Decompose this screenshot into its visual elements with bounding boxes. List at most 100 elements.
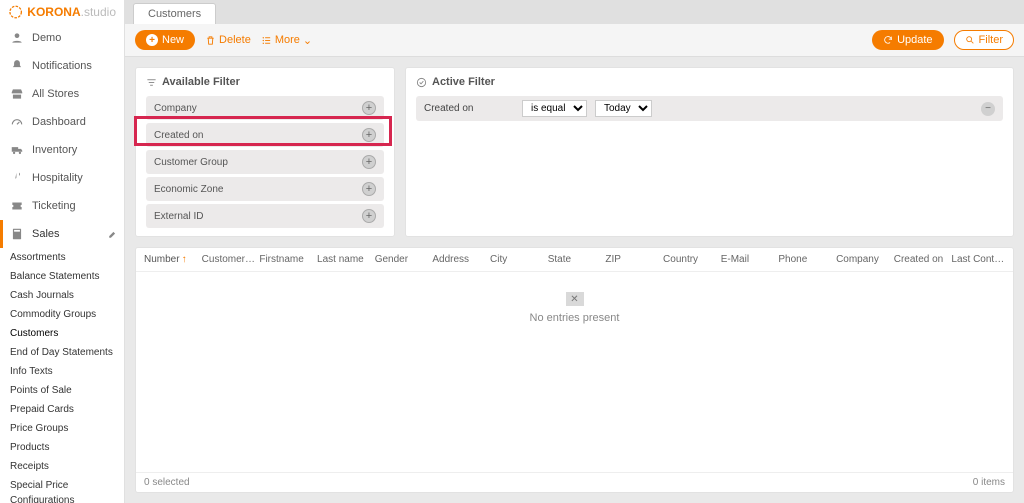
new-label: New — [162, 34, 184, 46]
filter-created-on[interactable]: Created on + — [146, 123, 384, 147]
add-icon[interactable]: + — [362, 101, 376, 115]
magnify-icon — [965, 35, 975, 45]
filter-external-id[interactable]: External ID+ — [146, 204, 384, 228]
nav-label: Notifications — [32, 60, 92, 72]
filter-label: Economic Zone — [154, 184, 223, 195]
filter-button[interactable]: Filter — [954, 30, 1014, 50]
col-created-on[interactable]: Created on — [894, 254, 948, 265]
col-customer-group[interactable]: Customer Gr... — [202, 254, 256, 265]
more-button[interactable]: More ⌄ — [261, 34, 312, 47]
sub-price-groups[interactable]: Price Groups — [0, 419, 124, 438]
filter-list-icon — [146, 77, 157, 88]
nav-notifications[interactable]: Notifications — [0, 52, 124, 80]
add-icon[interactable]: + — [362, 182, 376, 196]
sub-prepaid-cards[interactable]: Prepaid Cards — [0, 400, 124, 419]
calculator-icon — [10, 227, 24, 241]
sub-products[interactable]: Products — [0, 438, 124, 457]
tab-customers[interactable]: Customers — [133, 3, 216, 24]
sub-eod-statements[interactable]: End of Day Statements — [0, 343, 124, 362]
list-icon — [261, 35, 272, 46]
bell-icon — [10, 59, 24, 73]
col-number[interactable]: Number — [144, 254, 198, 265]
sub-info-texts[interactable]: Info Texts — [0, 362, 124, 381]
empty-text: No entries present — [530, 312, 620, 324]
filter-customer-group[interactable]: Customer Group + — [146, 150, 384, 174]
nav-inventory[interactable]: Inventory — [0, 136, 124, 164]
add-icon[interactable]: + — [362, 155, 376, 169]
nav-dashboard[interactable]: Dashboard — [0, 108, 124, 136]
nav-hospitality[interactable]: Hospitality — [0, 164, 124, 192]
sub-balance-statements[interactable]: Balance Statements — [0, 267, 124, 286]
nav-label: All Stores — [32, 88, 79, 100]
gauge-icon — [10, 115, 24, 129]
item-count: 0 items — [973, 477, 1005, 488]
col-city[interactable]: City — [490, 254, 544, 265]
grid-body: ✕ No entries present — [136, 272, 1013, 472]
sidebar: KORONA.studio Demo Notifications All Sto… — [0, 0, 125, 503]
col-last-contact[interactable]: Last Contact — [951, 254, 1005, 265]
data-grid: Number Customer Gr... Firstname Last nam… — [135, 247, 1014, 493]
empty-icon: ✕ — [566, 292, 584, 306]
update-button[interactable]: Update — [872, 30, 943, 50]
sub-customers[interactable]: Customers — [0, 324, 124, 343]
panel-title: Available Filter — [146, 76, 384, 88]
new-button[interactable]: + New — [135, 30, 195, 50]
add-icon[interactable]: + — [362, 209, 376, 223]
operator-select[interactable]: is equal — [522, 100, 587, 117]
col-zip[interactable]: ZIP — [605, 254, 659, 265]
plus-icon: + — [146, 34, 158, 46]
active-title-text: Active Filter — [432, 76, 495, 88]
trash-icon — [205, 35, 216, 46]
nav-label: Ticketing — [32, 200, 76, 212]
filter-label: Customer Group — [154, 157, 228, 168]
active-filter-panel: Active Filter Created on is equal Today … — [405, 67, 1014, 237]
filter-economic-zone[interactable]: Economic Zone + — [146, 177, 384, 201]
edit-icon[interactable] — [108, 229, 118, 239]
col-email[interactable]: E-Mail — [721, 254, 775, 265]
logo-text: KORONA.studio — [27, 5, 116, 19]
panel-title: Active Filter — [416, 76, 1003, 88]
store-icon — [10, 87, 24, 101]
grid-header: Number Customer Gr... Firstname Last nam… — [136, 248, 1013, 272]
nav-label: Inventory — [32, 144, 77, 156]
available-title-text: Available Filter — [162, 76, 240, 88]
sub-receipts[interactable]: Receipts — [0, 457, 124, 476]
col-address[interactable]: Address — [432, 254, 486, 265]
korona-logo-icon — [8, 4, 23, 20]
nav-label: Sales — [32, 228, 60, 240]
ticket-icon — [10, 199, 24, 213]
col-lastname[interactable]: Last name — [317, 254, 371, 265]
chevron-down-icon: ⌄ — [303, 34, 312, 47]
col-company[interactable]: Company — [836, 254, 890, 265]
tabbar: Customers — [125, 0, 1024, 24]
delete-button[interactable]: Delete — [205, 34, 251, 46]
filter-company[interactable]: Company+ — [146, 96, 384, 120]
filter-label: Filter — [979, 34, 1003, 46]
sub-points-of-sale[interactable]: Points of Sale — [0, 381, 124, 400]
update-label: Update — [897, 34, 932, 46]
sub-cash-journals[interactable]: Cash Journals — [0, 286, 124, 305]
nav-ticketing[interactable]: Ticketing — [0, 192, 124, 220]
sub-assortments[interactable]: Assortments — [0, 248, 124, 267]
truck-icon — [10, 143, 24, 157]
nav-sales[interactable]: Sales — [0, 220, 124, 248]
selected-count: 0 selected — [144, 477, 190, 488]
nav-demo[interactable]: Demo — [0, 24, 124, 52]
col-firstname[interactable]: Firstname — [259, 254, 313, 265]
col-phone[interactable]: Phone — [778, 254, 832, 265]
add-icon[interactable]: + — [362, 128, 376, 142]
sub-special-price-config[interactable]: Special Price Configurations — [0, 476, 124, 503]
nav-all-stores[interactable]: All Stores — [0, 80, 124, 108]
filter-label: Created on — [154, 130, 203, 141]
active-filter-row: Created on is equal Today − — [416, 96, 1003, 121]
available-filter-panel: Available Filter Company+ Created on + Cu… — [135, 67, 395, 237]
logo: KORONA.studio — [0, 0, 124, 24]
col-country[interactable]: Country — [663, 254, 717, 265]
main: Customers + New Delete More ⌄ Update — [125, 0, 1024, 503]
sub-commodity-groups[interactable]: Commodity Groups — [0, 305, 124, 324]
active-filter-field: Created on — [424, 103, 514, 114]
value-select[interactable]: Today — [595, 100, 652, 117]
remove-icon[interactable]: − — [981, 102, 995, 116]
col-gender[interactable]: Gender — [375, 254, 429, 265]
col-state[interactable]: State — [548, 254, 602, 265]
